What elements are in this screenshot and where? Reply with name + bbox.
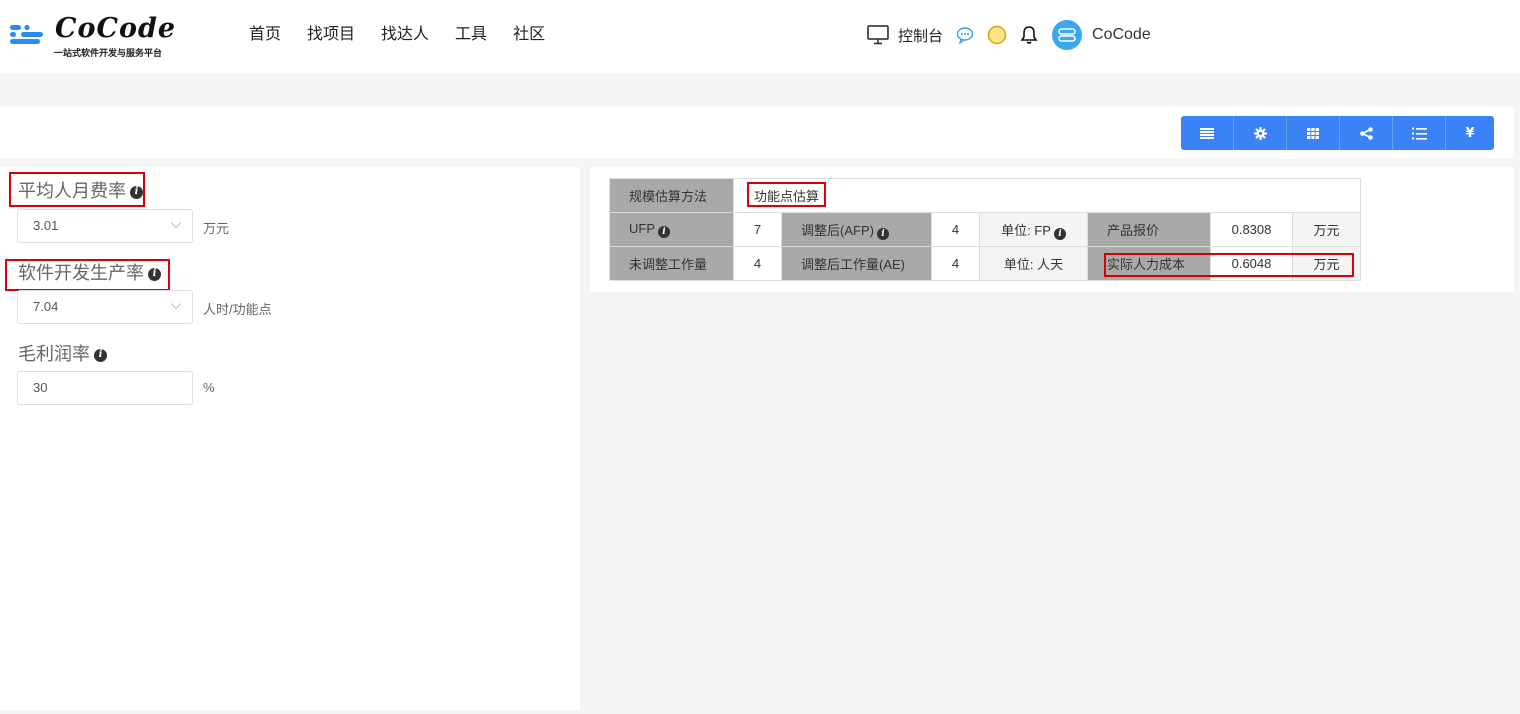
grid-view-button[interactable] — [1287, 116, 1340, 150]
header-actions: 控制台 CoCode — [867, 18, 1151, 52]
chevron-down-icon — [170, 222, 182, 229]
margin-value: 30 — [33, 380, 48, 395]
bell-icon — [1020, 26, 1038, 44]
productivity-value: 7.04 — [33, 299, 59, 314]
chevron-down-icon — [170, 303, 182, 310]
notifications-button[interactable] — [1020, 25, 1038, 45]
sign-badge-icon — [987, 25, 1007, 45]
list-icon — [1200, 127, 1214, 139]
ufp-value: 7 — [733, 212, 782, 247]
info-icon[interactable]: i — [658, 226, 670, 238]
quote-unit: 万元 — [1292, 212, 1361, 247]
day-unit-label: 单位: 人天 — [979, 246, 1088, 281]
highlight-box — [5, 259, 170, 291]
nav-community[interactable]: 社区 — [513, 24, 545, 44]
ufp-label: UFP i — [609, 212, 734, 247]
sign-in-button[interactable] — [987, 25, 1007, 45]
table-row: 规模估算方法 功能点估算 — [609, 178, 1361, 213]
parameter-panel: 平均人月费率 i 3.01 万元 软件开发生产率 i 7.04 人时/功能点 毛… — [0, 167, 580, 710]
monitor-icon — [867, 25, 889, 45]
method-value: 功能点估算 — [733, 178, 1361, 213]
ordered-list-icon — [1411, 127, 1427, 140]
ufp-label-text: UFP — [629, 221, 655, 236]
monthly-rate-value: 3.01 — [33, 218, 59, 233]
share-icon — [1359, 126, 1373, 140]
unadjusted-effort-value: 4 — [733, 246, 782, 281]
productivity-select[interactable]: 7.04 — [17, 290, 193, 324]
toolbar: ¥ — [0, 107, 1514, 158]
list-view-button[interactable] — [1181, 116, 1234, 150]
productivity-unit: 人时/功能点 — [203, 302, 272, 317]
quote-label: 产品报价 — [1087, 212, 1211, 247]
main-nav: 首页 找项目 找达人 工具 社区 — [249, 24, 571, 44]
monthly-rate-select[interactable]: 3.01 — [17, 209, 193, 243]
logo-mark-icon — [10, 24, 43, 44]
highlight-box — [9, 172, 145, 207]
margin-input[interactable]: 30 — [17, 371, 193, 405]
share-button[interactable] — [1340, 116, 1393, 150]
method-label: 规模估算方法 — [609, 178, 734, 213]
chat-bubble-icon — [956, 27, 974, 44]
info-icon[interactable]: i — [876, 227, 889, 240]
console-link[interactable]: 控制台 — [867, 25, 943, 46]
avatar-logo-icon — [1058, 28, 1076, 42]
nav-home[interactable]: 首页 — [249, 24, 281, 44]
margin-unit: % — [203, 380, 215, 395]
adjusted-effort-label: 调整后工作量(AE) — [781, 246, 932, 281]
nav-find-projects[interactable]: 找项目 — [307, 24, 355, 44]
highlight-box — [747, 182, 826, 207]
afp-value: 4 — [931, 212, 980, 247]
nav-tools[interactable]: 工具 — [455, 24, 487, 44]
gear-icon — [1253, 126, 1267, 140]
info-icon[interactable]: i — [1053, 227, 1066, 240]
grid-icon — [1307, 127, 1319, 139]
settings-button[interactable] — [1234, 116, 1287, 150]
logo-subtitle: 一站式软件开发与服务平台 — [54, 49, 163, 59]
info-icon[interactable]: i — [94, 348, 107, 362]
logo-text: CoCode — [55, 13, 177, 44]
message-button[interactable] — [956, 26, 974, 44]
quote-value: 0.8308 — [1210, 212, 1293, 247]
monthly-rate-unit: 万元 — [203, 221, 230, 236]
avatar[interactable] — [1052, 20, 1083, 50]
fp-unit-label: 单位: FP i — [979, 212, 1088, 247]
username[interactable]: CoCode — [1092, 26, 1151, 44]
afp-label-text: 调整后(AFP) — [801, 222, 874, 238]
adjusted-effort-value: 4 — [931, 246, 980, 281]
logo[interactable]: CoCode 一站式软件开发与服务平台 — [9, 14, 179, 60]
toolbar-button-group: ¥ — [1181, 116, 1494, 150]
top-navbar: CoCode 一站式软件开发与服务平台 首页 找项目 找达人 工具 社区 控制台 — [0, 0, 1520, 73]
table-row: UFP i 7 调整后(AFP) i 4 单位: FP i 产品报价 0.8308 万… — [609, 212, 1361, 247]
fp-unit-text: 单位: FP — [1001, 222, 1051, 238]
ordered-list-button[interactable] — [1393, 116, 1446, 150]
pricing-button[interactable]: ¥ — [1446, 116, 1494, 150]
console-label: 控制台 — [898, 26, 944, 45]
highlight-box — [1104, 253, 1354, 277]
estimate-panel: 规模估算方法 功能点估算 UFP i 7 调整后(AFP) i 4 单位: FP i … — [590, 167, 1514, 292]
yen-icon: ¥ — [1465, 125, 1475, 141]
margin-label: 毛利润率 i — [18, 344, 107, 366]
unadjusted-effort-label: 未调整工作量 — [609, 246, 734, 281]
margin-label-text: 毛利润率 — [18, 344, 90, 365]
afp-label: 调整后(AFP) i — [781, 212, 932, 247]
nav-find-experts[interactable]: 找达人 — [381, 24, 429, 44]
